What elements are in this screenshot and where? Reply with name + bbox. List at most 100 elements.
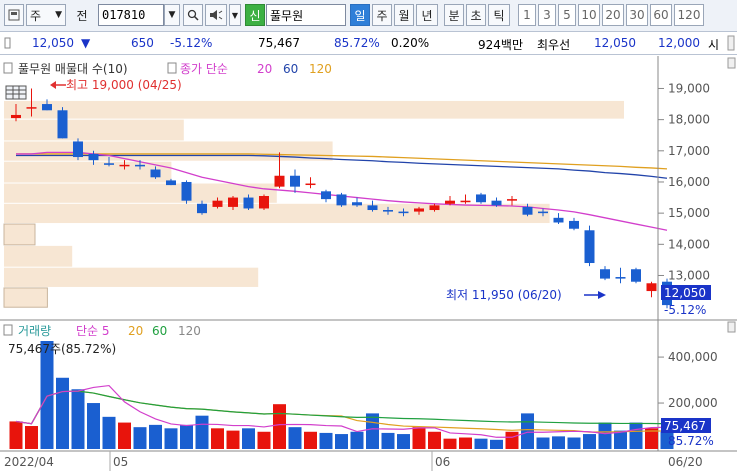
volume-bar — [614, 430, 627, 449]
period-button-year[interactable]: 년 — [416, 4, 438, 26]
period-button-minute[interactable]: 분 — [444, 4, 464, 26]
interval-button-30[interactable]: 30 — [626, 4, 648, 26]
candle-body — [243, 197, 254, 209]
volume-bar — [25, 426, 38, 449]
grid-table-icon[interactable] — [5, 85, 27, 100]
candle-body — [88, 153, 99, 161]
interval-button-120[interactable]: 120 — [674, 4, 704, 26]
ask-price: 12,050 — [594, 36, 636, 50]
quote-scrollbar[interactable] — [727, 34, 735, 55]
candle-body — [445, 200, 455, 204]
trade-amount: 924백만 — [478, 38, 523, 52]
stock-code-input[interactable] — [98, 4, 164, 26]
period-button-day[interactable]: 일 — [350, 4, 370, 26]
legend-handle-icon — [3, 62, 13, 74]
period-button-month[interactable]: 월 — [394, 4, 414, 26]
ma-legend-handle-icon — [167, 62, 177, 74]
candle-body — [522, 206, 533, 215]
volume-bar — [71, 389, 85, 449]
current-volume-tag: 75,467 85.72% — [661, 418, 714, 448]
volume-bar — [133, 427, 147, 449]
candle-body — [73, 141, 83, 158]
current-volume-tag-text: 75,467 — [664, 419, 706, 433]
candle-body — [57, 110, 68, 139]
down-arrow-icon: ▼ — [81, 36, 91, 50]
volume-bar — [242, 428, 255, 449]
volume-bar — [443, 438, 457, 449]
interval-button-5[interactable]: 5 — [558, 4, 576, 26]
code-dropdown-button[interactable]: ▼ — [164, 4, 180, 26]
interval-button-1[interactable]: 1 — [518, 4, 536, 26]
price-legend-title: 풀무원 매물대 수(10) — [18, 62, 128, 76]
scroll-handle-volume-icon[interactable] — [727, 321, 736, 333]
interval-button-20[interactable]: 20 — [602, 4, 624, 26]
current-pct-tag-text: -5.12% — [664, 303, 706, 317]
ma-legend-label: 종가 단순 — [180, 62, 228, 76]
candle-body — [615, 277, 626, 279]
candle-body — [135, 164, 145, 167]
price-tick-label: 19,000 — [668, 81, 710, 95]
period-button-second[interactable]: 초 — [466, 4, 486, 26]
scroll-handle-icon — [727, 35, 735, 51]
sound-button[interactable] — [205, 4, 227, 26]
volume-bar — [288, 427, 302, 449]
period-button-tick[interactable]: 틱 — [488, 4, 510, 26]
candle-body — [11, 114, 21, 119]
scroll-handle-top-icon[interactable] — [727, 57, 736, 69]
high-annotation: 최고 19,000 (04/25) — [50, 78, 182, 92]
candle-body — [538, 211, 548, 214]
candle-body — [507, 199, 517, 201]
volume-bar — [56, 377, 69, 449]
trade-volume: 75,467 — [258, 36, 300, 50]
turnover-rate: 0.20% — [391, 36, 430, 50]
candle-body — [181, 181, 192, 201]
volume-ratio: 85.72% — [334, 36, 380, 50]
x-label-05: 05 — [113, 455, 128, 469]
volume-ma20-legend: 20 — [128, 324, 143, 338]
high-label: 최고 19,000 (04/25) — [66, 78, 182, 92]
bid-price: 12,000 — [658, 36, 700, 50]
volume-profile-bar — [4, 119, 184, 141]
volume-profile-bar — [3, 287, 48, 308]
period-button-week[interactable]: 주 — [372, 4, 392, 26]
volume-bar — [552, 436, 565, 449]
quote-bar: 12,050 ▼ 650 -5.12% 75,467 85.72% 0.20% … — [0, 33, 737, 55]
candle-body — [414, 208, 424, 212]
interval-button-60[interactable]: 60 — [650, 4, 672, 26]
search-button[interactable] — [183, 4, 203, 26]
candle-body — [290, 175, 300, 187]
volume-bar — [490, 439, 503, 449]
volume-profile-bar — [4, 161, 172, 183]
candle-body — [460, 200, 471, 203]
candle-body — [321, 191, 331, 200]
volume-bar — [9, 421, 23, 449]
current-price: 12,050 — [32, 36, 74, 50]
candle-body — [259, 196, 269, 209]
price-tick-label: 14,000 — [668, 237, 710, 251]
interval-button-10[interactable]: 10 — [578, 4, 600, 26]
volume-bar — [304, 431, 317, 449]
menu-icon[interactable] — [4, 4, 24, 26]
candle-body — [398, 211, 409, 214]
volume-bar — [102, 416, 116, 449]
stock-chart[interactable]: 19,000 18,000 17,000 16,000 15,000 14,000 13,0… — [0, 56, 737, 471]
chevron-down-icon: ▼ — [231, 10, 239, 20]
interval-button-3[interactable]: 3 — [538, 4, 556, 26]
candle-body — [646, 283, 657, 292]
price-change-pct: -5.12% — [170, 36, 213, 50]
open-label: 시 — [708, 38, 720, 52]
sound-dropdown-button[interactable]: ▼ — [229, 4, 241, 26]
candle-body — [119, 164, 130, 167]
candle-body — [104, 163, 114, 165]
market-type-select[interactable]: 주 ▼ — [26, 4, 66, 26]
volume-bar — [459, 437, 472, 449]
volume-bar — [598, 422, 612, 449]
volume-bar — [195, 415, 209, 449]
volume-bar — [257, 431, 271, 449]
volume-bar — [149, 424, 162, 449]
volume-tick-label: 200,000 — [668, 396, 718, 410]
volume-bar — [350, 431, 364, 449]
chevron-down-icon: ▼ — [55, 10, 62, 20]
x-label-2022-04: 2022/04 — [4, 455, 54, 469]
volume-bar — [319, 432, 333, 449]
